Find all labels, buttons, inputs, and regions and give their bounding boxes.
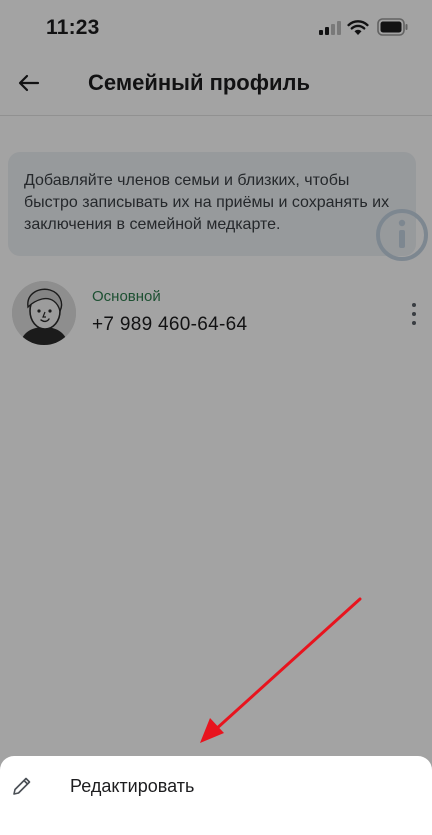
edit-action[interactable]: Редактировать <box>0 764 432 812</box>
modal-backdrop[interactable] <box>0 0 432 835</box>
pencil-icon <box>13 777 31 795</box>
action-bottom-sheet: Редактировать <box>0 756 432 835</box>
edit-label: Редактировать <box>70 776 195 796</box>
